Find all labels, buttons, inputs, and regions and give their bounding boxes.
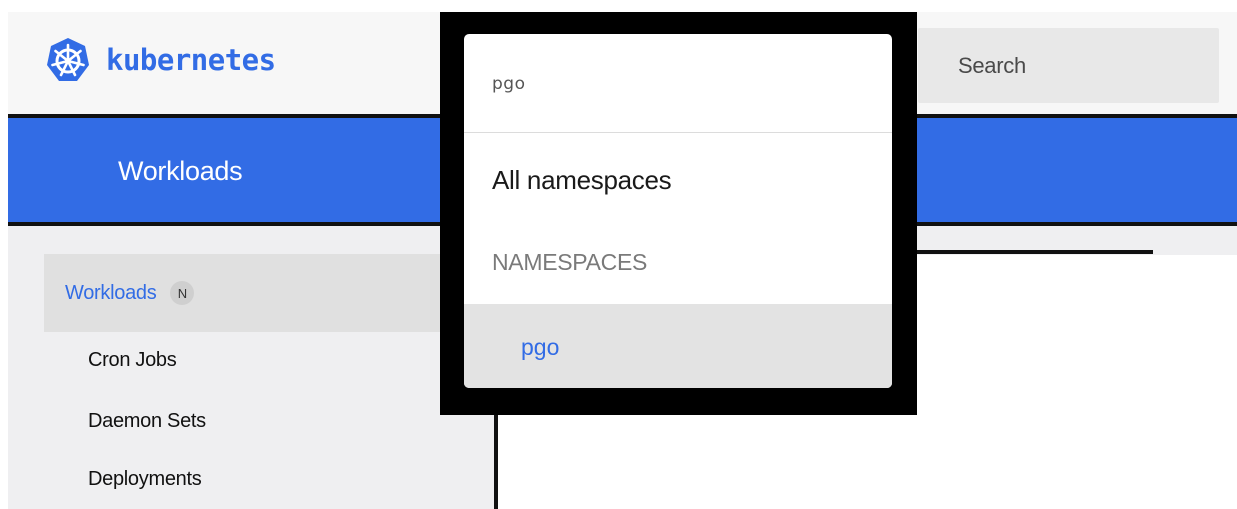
all-namespaces-option[interactable]: All namespaces xyxy=(492,165,672,196)
search-label: Search xyxy=(958,53,1026,78)
brand-logo[interactable]: kubernetes xyxy=(44,36,276,84)
sidebar-item-cron-jobs[interactable]: Cron Jobs xyxy=(88,349,177,372)
sidebar-item-workloads[interactable]: Workloads N xyxy=(44,254,494,332)
namespace-option-pgo[interactable]: pgo xyxy=(464,304,892,388)
sidebar-item-daemon-sets[interactable]: Daemon Sets xyxy=(88,410,206,433)
page-title: Workloads xyxy=(118,156,243,186)
namespace-search xyxy=(464,34,892,133)
content-divider xyxy=(915,250,1153,254)
sidebar-section-label: Workloads xyxy=(65,281,157,304)
search-field[interactable]: Search xyxy=(918,28,1219,103)
sidebar: Workloads N Cron Jobs Daemon Sets Deploy… xyxy=(8,226,494,509)
namespace-dropdown: All namespaces NAMESPACES pgo xyxy=(464,34,892,388)
namespaced-badge: N xyxy=(170,281,195,305)
brand-name: kubernetes xyxy=(106,43,276,77)
kubernetes-helm-icon xyxy=(47,38,89,81)
namespace-search-input[interactable] xyxy=(492,74,872,94)
sidebar-item-deployments[interactable]: Deployments xyxy=(88,468,202,491)
namespaces-heading: NAMESPACES xyxy=(492,249,648,275)
namespace-option-label: pgo xyxy=(521,334,560,360)
